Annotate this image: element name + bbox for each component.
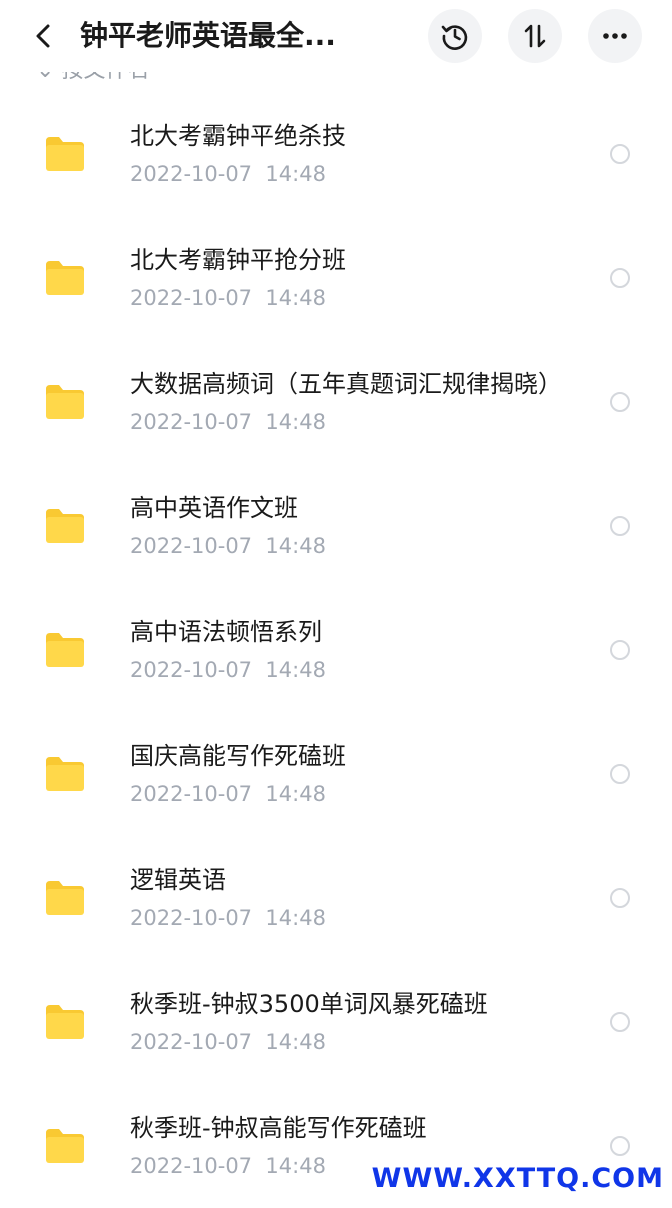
file-time: 14:48	[265, 162, 326, 186]
folder-icon	[46, 757, 84, 791]
file-list-item[interactable]: 逻辑英语 2022-10-07 14:48	[0, 836, 672, 960]
file-date: 2022-10-07	[130, 1154, 253, 1178]
folder-icon	[46, 137, 84, 171]
sort-icon	[524, 24, 546, 48]
file-list-item[interactable]: 北大考霸钟平绝杀技 2022-10-07 14:48	[0, 92, 672, 216]
file-list-item[interactable]: 北大考霸钟平抢分班 2022-10-07 14:48	[0, 216, 672, 340]
file-date: 2022-10-07	[130, 286, 253, 310]
folder-icon	[46, 509, 84, 543]
file-timestamp: 2022-10-07 14:48	[130, 532, 672, 560]
file-name: 北大考霸钟平绝杀技	[130, 122, 346, 150]
file-timestamp: 2022-10-07 14:48	[130, 904, 672, 932]
file-name: 秋季班-钟叔高能写作死磕班	[130, 1114, 427, 1142]
page-title: 钟平老师英语最全...	[80, 19, 336, 52]
watermark: WWW.XXTTQ.COM	[369, 1163, 666, 1194]
select-radio[interactable]	[610, 144, 630, 164]
file-time: 14:48	[265, 286, 326, 310]
folder-icon	[46, 881, 84, 915]
more-icon	[603, 33, 627, 39]
select-radio[interactable]	[610, 1012, 630, 1032]
file-time: 14:48	[265, 410, 326, 434]
file-date: 2022-10-07	[130, 658, 253, 682]
file-name: 北大考霸钟平抢分班	[130, 246, 346, 274]
file-time: 14:48	[265, 658, 326, 682]
file-time: 14:48	[265, 906, 326, 930]
file-date: 2022-10-07	[130, 534, 253, 558]
history-icon	[441, 25, 468, 50]
folder-icon	[46, 633, 84, 667]
file-date: 2022-10-07	[130, 1030, 253, 1054]
folder-icon	[46, 1129, 84, 1163]
select-radio[interactable]	[610, 268, 630, 288]
file-time: 14:48	[265, 534, 326, 558]
select-radio[interactable]	[610, 516, 630, 536]
select-radio[interactable]	[610, 392, 630, 412]
file-list-item[interactable]: 秋季班-钟叔3500单词风暴死磕班 2022-10-07 14:48	[0, 960, 672, 1084]
history-button[interactable]	[428, 9, 482, 63]
file-name: 大数据高频词（五年真题词汇规律揭晓）	[130, 370, 562, 398]
top-bar: 钟平老师英语最全...	[0, 0, 672, 72]
folder-icon	[46, 261, 84, 295]
folder-icon	[46, 385, 84, 419]
file-timestamp: 2022-10-07 14:48	[130, 160, 672, 188]
file-list-item[interactable]: 国庆高能写作死磕班 2022-10-07 14:48	[0, 712, 672, 836]
file-name: 高中英语作文班	[130, 494, 298, 522]
file-date: 2022-10-07	[130, 410, 253, 434]
file-list: 北大考霸钟平绝杀技 2022-10-07 14:48 北大考霸钟平抢分班 2022-1…	[0, 92, 672, 1208]
select-radio[interactable]	[610, 640, 630, 660]
more-button[interactable]	[588, 9, 642, 63]
file-timestamp: 2022-10-07 14:48	[130, 284, 672, 312]
file-name: 逻辑英语	[130, 866, 226, 894]
file-name: 秋季班-钟叔3500单词风暴死磕班	[130, 990, 488, 1018]
file-date: 2022-10-07	[130, 162, 253, 186]
select-radio[interactable]	[610, 1136, 630, 1156]
file-name: 高中语法顿悟系列	[130, 618, 322, 646]
file-timestamp: 2022-10-07 14:48	[130, 780, 672, 808]
file-name: 国庆高能写作死磕班	[130, 742, 346, 770]
back-button[interactable]	[24, 16, 64, 56]
file-timestamp: 2022-10-07 14:48	[130, 1028, 672, 1056]
file-time: 14:48	[265, 1030, 326, 1054]
file-date: 2022-10-07	[130, 906, 253, 930]
select-radio[interactable]	[610, 764, 630, 784]
file-timestamp: 2022-10-07 14:48	[130, 408, 672, 436]
file-time: 14:48	[265, 1154, 326, 1178]
file-date: 2022-10-07	[130, 782, 253, 806]
sort-button[interactable]	[508, 9, 562, 63]
file-list-item[interactable]: 高中英语作文班 2022-10-07 14:48	[0, 464, 672, 588]
file-list-item[interactable]: 大数据高频词（五年真题词汇规律揭晓） 2022-10-07 14:48	[0, 340, 672, 464]
file-time: 14:48	[265, 782, 326, 806]
file-timestamp: 2022-10-07 14:48	[130, 656, 672, 684]
folder-icon	[46, 1005, 84, 1039]
file-list-item[interactable]: 高中语法顿悟系列 2022-10-07 14:48	[0, 588, 672, 712]
chevron-left-icon	[36, 24, 50, 48]
select-radio[interactable]	[610, 888, 630, 908]
